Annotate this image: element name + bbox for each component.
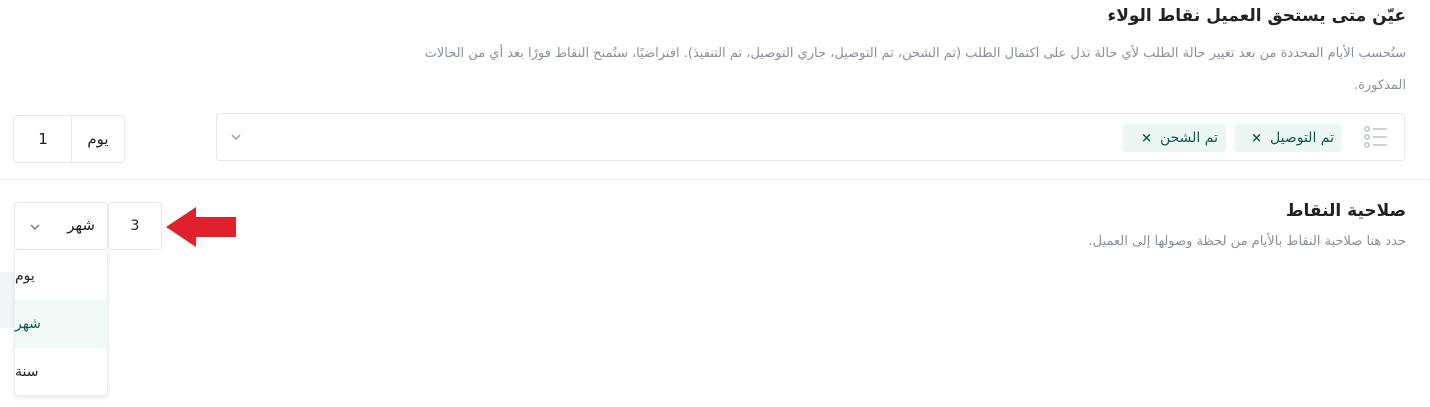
award-section-title: عيّن متى يستحق العميل نقاط الولاء bbox=[1107, 6, 1407, 26]
award-delay-value-input[interactable]: 1 bbox=[14, 116, 72, 162]
background-row-edge bbox=[0, 272, 14, 328]
award-delay-unit[interactable]: يوم bbox=[72, 116, 124, 162]
chip-remove-icon[interactable]: × bbox=[1141, 131, 1152, 146]
chip-label: تم التوصيل bbox=[1270, 130, 1334, 146]
award-section-description: ستُحسب الأيام المحددة من بعد تغيير حالة … bbox=[424, 46, 1406, 93]
chevron-down-icon bbox=[30, 224, 40, 230]
validity-value-input[interactable]: 3 bbox=[108, 202, 162, 250]
status-chip-delivered: تم التوصيل × bbox=[1234, 124, 1342, 152]
status-chip-shipped: تم الشحن × bbox=[1122, 124, 1226, 152]
option-year[interactable]: سنة bbox=[15, 348, 107, 396]
validity-unit-select[interactable]: شهر bbox=[14, 202, 108, 250]
validity-section-description: حدد هنا صلاحية النقاط بالأيام من لحظة وص… bbox=[1088, 234, 1406, 249]
section-divider bbox=[0, 179, 1430, 180]
award-delay-input-group: يوم 1 bbox=[13, 115, 125, 163]
chip-remove-icon[interactable]: × bbox=[1251, 131, 1262, 146]
annotation-arrow-icon bbox=[166, 207, 236, 247]
chip-label: تم الشحن bbox=[1159, 130, 1218, 146]
chevron-down-icon[interactable] bbox=[229, 130, 243, 144]
list-icon bbox=[1364, 126, 1387, 148]
validity-section-title: صلاحية النقاط bbox=[1285, 201, 1406, 221]
option-month[interactable]: شهر bbox=[15, 300, 107, 348]
selected-unit-label: شهر bbox=[67, 216, 95, 234]
validity-unit-dropdown: يوم شهر سنة bbox=[14, 250, 108, 396]
order-status-multiselect[interactable]: تم التوصيل × تم الشحن × bbox=[216, 113, 1405, 161]
option-day[interactable]: يوم bbox=[15, 252, 107, 300]
loyalty-settings-page: عيّن متى يستحق العميل نقاط الولاء ستُحسب… bbox=[0, 0, 1430, 407]
